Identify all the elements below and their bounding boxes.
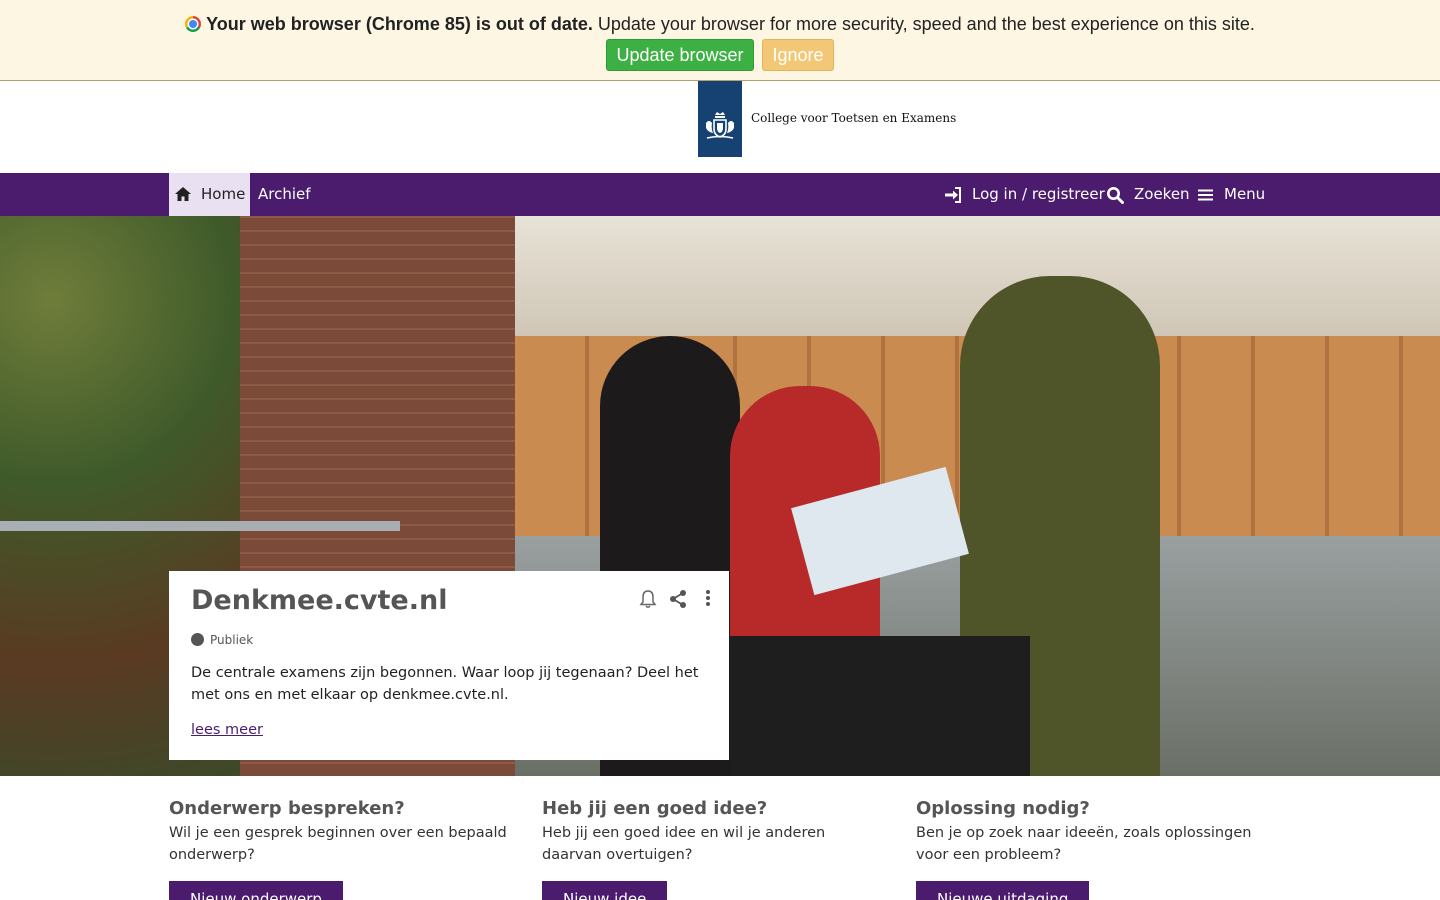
- column-oplossing: Oplossing nodig? Ben je op zoek naar ide…: [916, 797, 1261, 900]
- browser-update-banner: Your web browser (Chrome 85) is out of d…: [0, 0, 1440, 81]
- column-onderwerp: Onderwerp bespreken? Wil je een gesprek …: [169, 797, 514, 900]
- crest-icon: [706, 112, 734, 139]
- globe-icon: [191, 633, 204, 646]
- card-description: De centrale examens zijn begonnen. Waar …: [191, 665, 699, 703]
- column-text: Wil je een gesprek beginnen over een bep…: [169, 825, 507, 863]
- browser-update-text: Update your browser for more security, s…: [597, 14, 1255, 34]
- share-icon[interactable]: [669, 589, 687, 609]
- browser-update-message: Your web browser (Chrome 85) is out of d…: [0, 12, 1440, 36]
- column-text: Ben je op zoek naar ideeën, zoals oploss…: [916, 825, 1252, 863]
- column-idee: Heb jij een goed idee? Heb jij een goed …: [542, 797, 887, 900]
- nav-archief[interactable]: Archief: [258, 185, 311, 203]
- nav-home[interactable]: Home: [169, 173, 250, 216]
- home-icon: [175, 187, 191, 201]
- bell-icon[interactable]: [639, 589, 657, 609]
- column-title: Heb jij een goed idee?: [542, 798, 768, 819]
- new-topic-button[interactable]: Nieuw onderwerp: [169, 881, 343, 900]
- org-name[interactable]: College voor Toetsen en Examens: [751, 111, 956, 125]
- new-idea-button[interactable]: Nieuw idee: [542, 881, 668, 900]
- visibility-label: Publiek: [191, 633, 253, 647]
- read-more-link[interactable]: lees meer: [191, 722, 263, 738]
- login-icon: [945, 187, 961, 203]
- chrome-icon: [185, 16, 202, 32]
- logo-emblem[interactable]: [698, 81, 742, 157]
- card-title[interactable]: Denkmee.cvte.nl: [191, 585, 447, 616]
- nav-login[interactable]: Log in / registreer: [972, 185, 1105, 203]
- nav-menu[interactable]: Menu: [1224, 185, 1265, 203]
- visibility-text: Publiek: [210, 633, 254, 647]
- main-nav: Home Archief Log in / registreer Zoeken …: [0, 173, 1440, 216]
- featured-card: Denkmee.cvte.nl Publiek De centrale exam…: [169, 571, 729, 760]
- nav-search[interactable]: Zoeken: [1134, 185, 1190, 203]
- nav-home-label: Home: [201, 185, 246, 203]
- column-title: Oplossing nodig?: [916, 798, 1090, 819]
- update-browser-button[interactable]: Update browser: [606, 39, 754, 71]
- ignore-button[interactable]: Ignore: [762, 39, 834, 71]
- more-vertical-icon[interactable]: [703, 589, 713, 609]
- search-icon: [1107, 187, 1124, 204]
- column-text: Heb jij een goed idee en wil je anderen …: [542, 825, 826, 863]
- browser-update-bold: Your web browser (Chrome 85) is out of d…: [206, 14, 593, 34]
- column-title: Onderwerp bespreken?: [169, 798, 405, 819]
- new-challenge-button[interactable]: Nieuwe uitdaging: [916, 881, 1090, 900]
- menu-icon: [1198, 189, 1213, 201]
